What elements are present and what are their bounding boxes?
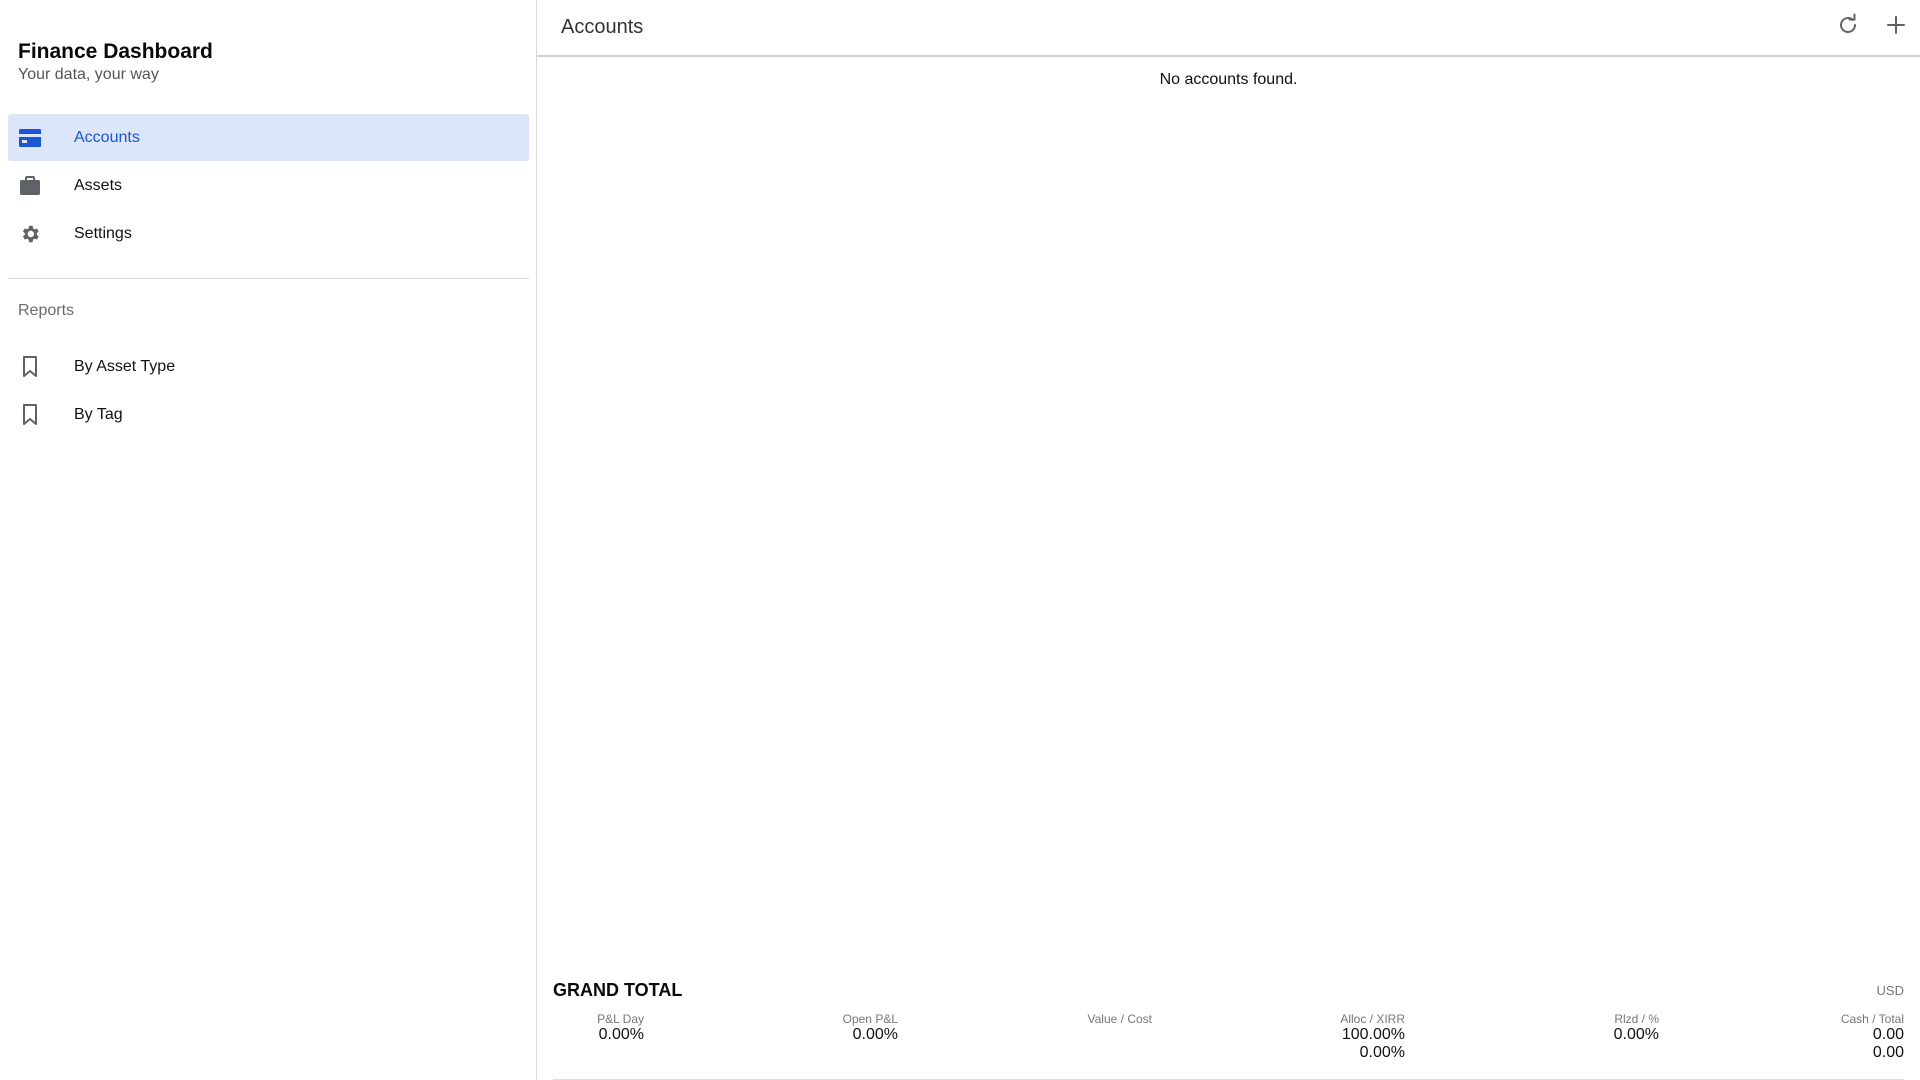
sidebar-item-settings[interactable]: Settings (8, 210, 529, 257)
total-col-value: 0.00 (1872, 1044, 1904, 1061)
refresh-icon (1836, 13, 1860, 42)
total-col-header: Value / Cost (1087, 1012, 1152, 1026)
add-account-button[interactable] (1872, 4, 1920, 52)
total-col-cash-total: Cash / Total 0.00 0.00 (1841, 1012, 1904, 1062)
credit-card-icon (10, 126, 50, 150)
sidebar-item-label: By Asset Type (74, 357, 176, 375)
page-title: Accounts (561, 16, 644, 38)
main-panel: Accounts No accounts found. GRAND TOTAL … (537, 0, 1920, 1080)
app-subtitle: Your data, your way (18, 66, 159, 83)
sidebar-item-accounts[interactable]: Accounts (8, 114, 529, 161)
grand-total-title: GRAND TOTAL (553, 980, 683, 1000)
sidebar-divider (8, 278, 529, 279)
total-col-header: Open P&L (842, 1012, 898, 1026)
total-col-pl-day: P&L Day 0.00% (597, 1012, 644, 1044)
top-bar: Accounts (537, 0, 1920, 57)
total-col-alloc-xirr: Alloc / XIRR 100.00% 0.00% (1340, 1012, 1405, 1062)
total-col-header: Cash / Total (1840, 1012, 1904, 1026)
total-col-header: Alloc / XIRR (1340, 1012, 1405, 1026)
top-bar-actions (1824, 0, 1920, 55)
gear-icon (10, 222, 50, 246)
refresh-button[interactable] (1824, 4, 1872, 52)
total-col-value: 100.00% (1341, 1026, 1405, 1043)
total-col-value: 0.00 (1872, 1026, 1904, 1043)
briefcase-icon (10, 174, 50, 198)
sidebar-nav: Accounts Assets Settings (8, 114, 529, 258)
empty-accounts-message: No accounts found. (1159, 71, 1298, 88)
grand-total-columns: P&L Day 0.00% Open P&L 0.00% Value / Cos… (553, 1012, 1904, 1062)
total-col-value: 0.00% (852, 1026, 898, 1043)
total-col-value: 0.00% (1613, 1026, 1659, 1043)
total-col-header: Rlzd / % (1614, 1012, 1659, 1026)
bookmark-icon (10, 355, 50, 379)
total-col-value: 0.00% (598, 1026, 644, 1043)
app-root: Finance Dashboard Your data, your way Ac… (0, 0, 1920, 1080)
brand: Finance Dashboard Your data, your way (18, 40, 213, 85)
bookmark-icon (10, 403, 50, 427)
total-col-value: 0.00% (1359, 1044, 1405, 1061)
app-title: Finance Dashboard (18, 40, 213, 63)
sidebar-item-by-asset-type[interactable]: By Asset Type (8, 343, 529, 390)
grand-total-panel: GRAND TOTAL USD P&L Day 0.00% Open P&L 0… (553, 980, 1904, 1080)
reports-section-label: Reports (18, 302, 75, 319)
total-col-value-cost: Value / Cost (1088, 1012, 1152, 1026)
sidebar-item-by-tag[interactable]: By Tag (8, 391, 529, 438)
grand-total-header: GRAND TOTAL USD (553, 980, 1904, 1001)
reports-nav: By Asset Type By Tag (8, 343, 529, 439)
sidebar-item-label: Assets (74, 176, 123, 194)
sidebar: Finance Dashboard Your data, your way Ac… (0, 0, 537, 1080)
total-col-header: P&L Day (597, 1012, 644, 1026)
total-col-rlzd: Rlzd / % 0.00% (1614, 1012, 1659, 1044)
plus-icon (1885, 14, 1907, 41)
total-col-open-pl: Open P&L 0.00% (843, 1012, 898, 1044)
currency-label: USD (1876, 983, 1904, 998)
sidebar-item-label: Settings (74, 224, 132, 242)
sidebar-item-assets[interactable]: Assets (8, 162, 529, 209)
sidebar-item-label: By Tag (74, 405, 123, 423)
sidebar-item-label: Accounts (74, 128, 140, 146)
